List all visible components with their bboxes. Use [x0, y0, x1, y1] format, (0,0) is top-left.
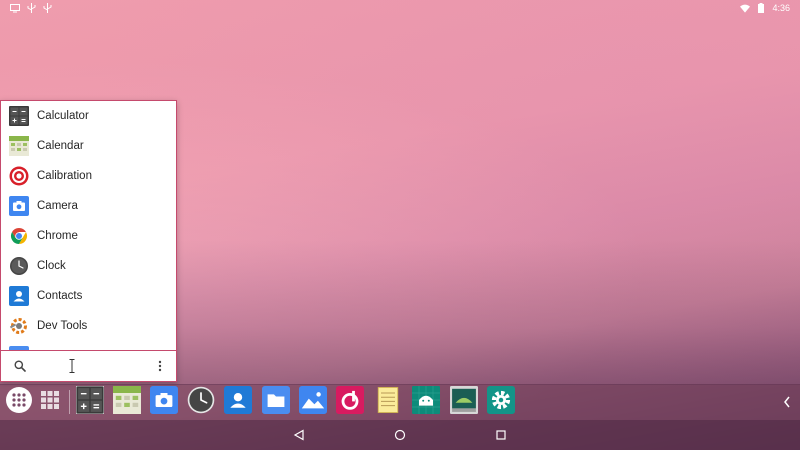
calendar-icon	[113, 386, 141, 418]
gallery-icon	[299, 386, 327, 418]
app-label: Contacts	[37, 290, 83, 302]
app-item-dev-tools[interactable]: Dev Tools	[1, 311, 176, 341]
clock-time: 4:36	[772, 3, 790, 13]
recent-apps-button[interactable]	[35, 387, 65, 417]
taskbar-calendar[interactable]	[112, 386, 142, 418]
taskbar	[0, 384, 800, 420]
search-icon[interactable]	[13, 359, 27, 373]
calendar-icon	[9, 136, 29, 156]
taskbar-settings[interactable]	[486, 386, 516, 418]
clock-icon	[187, 386, 215, 418]
status-right: 4:36	[740, 3, 790, 13]
app-drawer-dots-icon	[5, 386, 33, 418]
home-icon	[394, 426, 406, 445]
dev-tools-icon	[450, 386, 478, 418]
app-item-calculator[interactable]: Calculator	[1, 101, 176, 131]
taskbar-gallery[interactable]	[298, 386, 328, 418]
app-drawer: Calculator Calendar Calibration Camera C…	[0, 100, 177, 382]
text-cursor-icon	[69, 358, 75, 373]
app-item-calendar[interactable]: Calendar	[1, 131, 176, 161]
app-item-clock[interactable]: Clock	[1, 251, 176, 281]
contacts-icon	[9, 286, 29, 306]
taskbar-notes[interactable]	[373, 386, 403, 418]
taskbar-music[interactable]	[335, 386, 365, 418]
usb-icon	[42, 3, 52, 13]
clock-icon	[9, 256, 29, 276]
contacts-icon	[224, 386, 252, 418]
overflow-menu-icon[interactable]	[155, 359, 165, 373]
calibration-icon	[9, 166, 29, 186]
app-label: Calendar	[37, 140, 84, 152]
app-item-contacts[interactable]: Contacts	[1, 281, 176, 311]
calculator-icon	[75, 385, 105, 418]
drawer-search-bar	[1, 350, 176, 381]
app-label: Calibration	[37, 170, 92, 182]
camera-icon	[9, 196, 29, 216]
chrome-icon	[9, 226, 29, 246]
chevron-left-icon[interactable]	[782, 395, 794, 409]
taskbar-camera[interactable]	[149, 386, 179, 418]
android-icon	[412, 386, 440, 418]
calculator-icon	[9, 106, 29, 126]
back-icon	[293, 426, 305, 445]
taskbar-files[interactable]	[261, 386, 291, 418]
taskbar-android[interactable]	[411, 386, 441, 418]
music-icon	[336, 386, 364, 418]
app-drawer-button[interactable]	[4, 387, 34, 417]
dev-tools-icon	[9, 316, 29, 336]
taskbar-dev-tools[interactable]	[449, 386, 479, 418]
app-item-calibration[interactable]: Calibration	[1, 161, 176, 191]
taskbar-clock[interactable]	[186, 386, 216, 418]
wifi-icon	[740, 3, 751, 13]
taskbar-divider	[69, 390, 70, 414]
status-bar: 4:36	[0, 0, 800, 16]
usb-icon	[26, 3, 36, 13]
app-label: Dev Tools	[37, 320, 88, 332]
app-list[interactable]: Calculator Calendar Calibration Camera C…	[1, 101, 176, 351]
settings-icon	[487, 386, 515, 418]
files-icon	[262, 386, 290, 418]
taskbar-contacts[interactable]	[223, 386, 253, 418]
app-label: Camera	[37, 200, 78, 212]
back-button[interactable]	[292, 428, 306, 442]
navigation-bar	[0, 420, 800, 450]
app-label: Clock	[37, 260, 66, 272]
battery-icon	[756, 3, 766, 13]
overview-icon	[495, 426, 507, 445]
status-left	[10, 3, 52, 13]
app-label: Chrome	[37, 230, 78, 242]
overview-button[interactable]	[494, 428, 508, 442]
app-label: Calculator	[37, 110, 89, 122]
search-input[interactable]	[41, 357, 131, 375]
recent-apps-grid-icon	[40, 390, 60, 414]
taskbar-calculator[interactable]	[75, 385, 105, 418]
app-item-camera[interactable]: Camera	[1, 191, 176, 221]
screen-mirror-icon	[10, 3, 20, 13]
notes-icon	[374, 386, 402, 418]
home-button[interactable]	[393, 428, 407, 442]
app-item-chrome[interactable]: Chrome	[1, 221, 176, 251]
camera-icon	[150, 386, 178, 418]
